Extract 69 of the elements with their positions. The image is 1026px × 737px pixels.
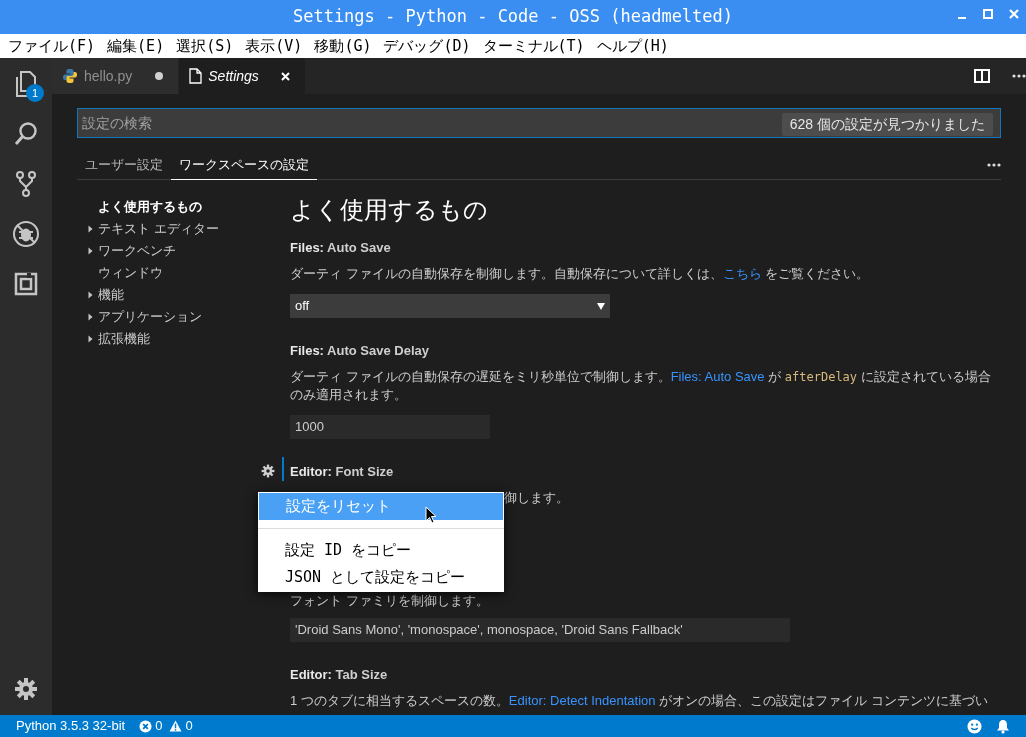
- extensions-icon[interactable]: [14, 272, 38, 296]
- menu-item[interactable]: 設定 ID をコピー: [258, 537, 504, 564]
- mouse-cursor-icon: [425, 506, 437, 524]
- menu-item[interactable]: ターミナル(T): [482, 34, 585, 58]
- expand-arrow-icon[interactable]: [88, 291, 93, 299]
- window-title: Settings - Python - Code - OSS (headmelted): [292, 5, 734, 29]
- toc-item[interactable]: ウィンドウ: [98, 263, 163, 283]
- result-count: 628 個の設定が見つかりました: [781, 113, 993, 136]
- toc-item[interactable]: テキスト エディター: [98, 219, 219, 239]
- menu-item[interactable]: 移動(G): [314, 34, 372, 58]
- setting-description: ダーティ ファイルの自動保存を制御します。自動保存について詳しくは、こちら をご覧ください。: [290, 265, 871, 283]
- input-field[interactable]: 'Droid Sans Mono', 'monospace', monospace, 'Droid Sans Fallback': [290, 618, 790, 642]
- more-icon[interactable]: [987, 162, 1001, 167]
- dropdown[interactable]: off: [290, 294, 610, 318]
- setting-link[interactable]: こちら: [722, 266, 762, 281]
- setting-link[interactable]: Files: Auto Save: [670, 369, 765, 384]
- setting-description: フォント ファミリを制御します。: [290, 592, 490, 610]
- setting-title: Editor: Tab Size: [290, 666, 389, 684]
- setting-title: Editor: Font Size: [290, 463, 395, 481]
- setting-title: Files: Auto Save: [290, 239, 392, 257]
- expand-arrow-icon[interactable]: [88, 247, 93, 255]
- toc-item[interactable]: 拡張機能: [98, 329, 150, 349]
- setting-description: ダーティ ファイルの自動保存の遅延をミリ秒単位で制御します。Files: Auto Save が afterDelay に設定されている場合のみ適用されます。: [290, 368, 992, 404]
- smiley-icon[interactable]: [967, 718, 982, 734]
- editor-tab[interactable]: hello.py: [52, 58, 179, 94]
- settings-tab[interactable]: ユーザー設定: [77, 150, 171, 180]
- section-title: よく使用するもの: [290, 195, 489, 225]
- bell-icon[interactable]: [996, 718, 1010, 734]
- problems-indicator[interactable]: 0 0: [139, 716, 193, 736]
- menu-item[interactable]: 編集(E): [107, 34, 165, 58]
- warning-icon: [169, 720, 183, 732]
- editor-tab[interactable]: Settings: [179, 58, 305, 94]
- menu-item[interactable]: 選択(S): [176, 34, 234, 58]
- menu-item[interactable]: ヘルプ(H): [596, 34, 669, 58]
- notification-badge: 1: [26, 84, 44, 102]
- expand-arrow-icon[interactable]: [88, 335, 93, 343]
- input-field[interactable]: 1000: [290, 415, 490, 439]
- split-editor-icon[interactable]: [974, 69, 990, 83]
- setting-description: 御します。: [504, 489, 569, 507]
- expand-arrow-icon[interactable]: [88, 225, 93, 233]
- toc-item[interactable]: アプリケーション: [98, 307, 202, 327]
- menu-item[interactable]: ファイル(F): [8, 34, 96, 58]
- close-icon[interactable]: [281, 71, 291, 81]
- bug-icon[interactable]: [12, 220, 40, 248]
- menu-item[interactable]: 表示(V): [245, 34, 303, 58]
- more-icon[interactable]: [1012, 74, 1026, 78]
- menu-item[interactable]: デバッグ(D): [383, 34, 471, 58]
- setting-description: 1 つのタブに相当するスペースの数。Editor: Detect Indentation がオンの場合、この設定はファイル コンテンツに基づい: [290, 692, 989, 710]
- settings-tab[interactable]: ワークスペースの設定: [171, 150, 317, 180]
- unsaved-dot-icon: [155, 72, 164, 80]
- gear-icon[interactable]: [261, 464, 275, 478]
- setting-link[interactable]: Editor: Detect Indentation: [508, 693, 656, 708]
- menu-item[interactable]: JSON として設定をコピー: [258, 564, 504, 591]
- python-interpreter[interactable]: Python 3.5.3 32-bit: [16, 716, 126, 736]
- toc-item[interactable]: ワークベンチ: [98, 241, 176, 261]
- toc-item[interactable]: 機能: [98, 285, 124, 305]
- file-icon: [189, 68, 203, 84]
- search-icon[interactable]: [13, 121, 39, 147]
- dropdown-arrow-icon: [597, 302, 605, 310]
- toc-item[interactable]: よく使用するもの: [98, 197, 202, 217]
- maximize-icon[interactable]: [982, 8, 994, 20]
- python-icon: [62, 68, 78, 84]
- expand-arrow-icon[interactable]: [88, 313, 93, 321]
- error-count: 0: [155, 717, 163, 736]
- source-control-icon[interactable]: [15, 170, 37, 198]
- setting-title: Files: Auto Save Delay: [290, 342, 430, 360]
- error-icon: [139, 719, 153, 733]
- files-icon[interactable]: [13, 70, 39, 98]
- warning-count: 0: [185, 717, 193, 736]
